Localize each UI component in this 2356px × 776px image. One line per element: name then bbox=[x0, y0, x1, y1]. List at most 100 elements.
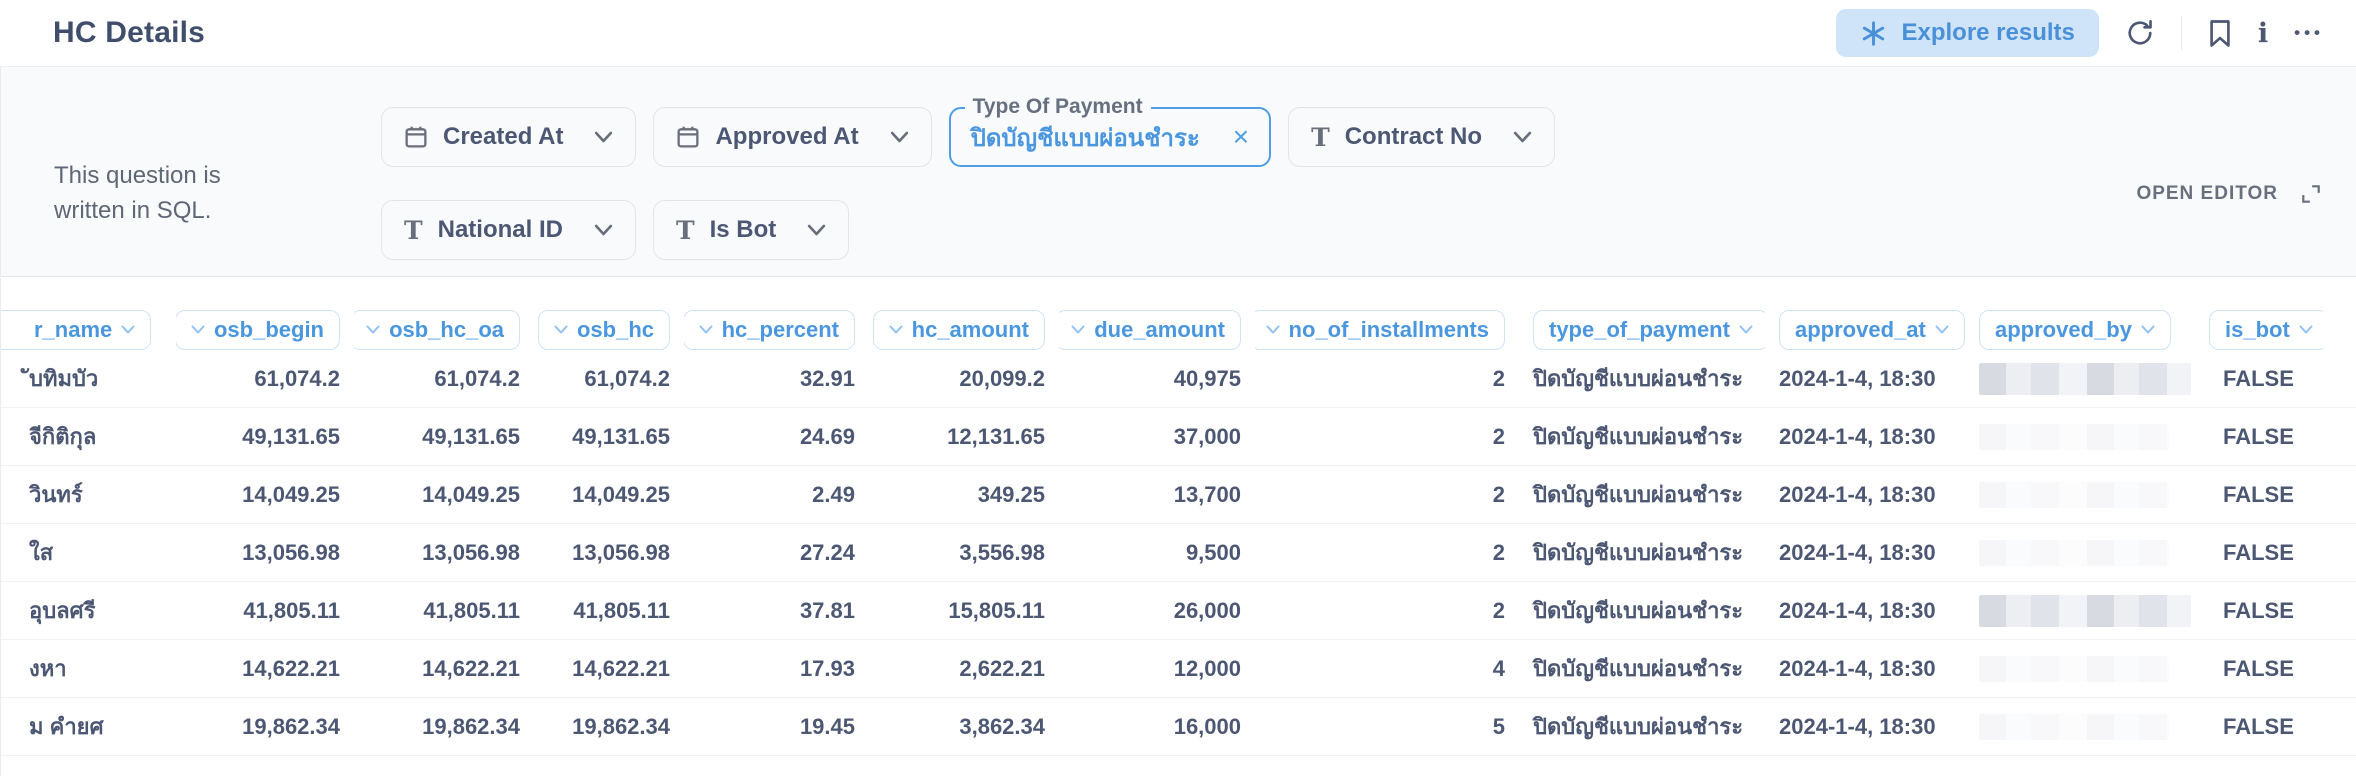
column-header-osb_hc: osb_hc bbox=[534, 309, 684, 350]
redacted-value bbox=[1979, 482, 2169, 508]
filter-chip-created-at[interactable]: Created At bbox=[381, 107, 636, 167]
cell-approved_at: 2024-1-4, 18:30 bbox=[1765, 482, 1965, 508]
column-header-approved_at: approved_at bbox=[1765, 309, 1965, 350]
cell-osb_begin: 41,805.11 bbox=[176, 598, 354, 624]
cell-name: ม คำยศ bbox=[1, 709, 176, 744]
column-chip-osb_hc[interactable]: osb_hc bbox=[538, 310, 670, 350]
redacted-value bbox=[1979, 424, 2169, 450]
sql-note: This question is written in SQL. bbox=[54, 159, 264, 229]
page-title: HC Details bbox=[53, 16, 205, 50]
column-chip-approved_by[interactable]: approved_by bbox=[1979, 310, 2171, 350]
cell-type_of_payment: ปิดบัญชีแบบผ่อนชำระ bbox=[1519, 477, 1765, 512]
cell-hc_percent: 32.91 bbox=[684, 366, 869, 392]
filter-chip-is-bot[interactable]: TIs Bot bbox=[653, 200, 849, 260]
filter-chip-national-id[interactable]: TNational ID bbox=[381, 200, 636, 260]
cell-due_amount: 12,000 bbox=[1059, 656, 1255, 682]
column-label: r_name bbox=[34, 317, 112, 343]
column-label: osb_hc_oa bbox=[389, 317, 504, 343]
table-row: วินทร์14,049.2514,049.2514,049.252.49349… bbox=[1, 466, 2356, 524]
redacted-value bbox=[1979, 656, 2169, 682]
filter-label: Type Of Payment bbox=[965, 95, 1151, 119]
bookmark-button[interactable] bbox=[2208, 13, 2232, 53]
explore-results-button[interactable]: Explore results bbox=[1836, 9, 2098, 57]
cell-approved_by bbox=[1965, 482, 2195, 508]
filter-label: National ID bbox=[438, 216, 563, 244]
cell-osb_hc_oa: 49,131.65 bbox=[354, 424, 534, 450]
cell-approved_at: 2024-1-4, 18:30 bbox=[1765, 366, 1965, 392]
cell-is_bot: FALSE bbox=[2195, 598, 2323, 624]
column-label: type_of_payment bbox=[1549, 317, 1730, 343]
column-chip-name[interactable]: r_name bbox=[1, 310, 151, 350]
chevron-down-icon bbox=[594, 131, 613, 143]
cell-no_of_installments: 5 bbox=[1255, 714, 1519, 740]
topbar-divider bbox=[2181, 16, 2182, 50]
refresh-button[interactable] bbox=[2125, 13, 2155, 53]
table-row: จีกิติกุล49,131.6549,131.6549,131.6524.6… bbox=[1, 408, 2356, 466]
column-chip-approved_at[interactable]: approved_at bbox=[1779, 310, 1965, 350]
cell-hc_percent: 19.45 bbox=[684, 714, 869, 740]
column-chip-is_bot[interactable]: is_bot bbox=[2209, 310, 2323, 350]
filter-chip-contract-no[interactable]: T Contract No bbox=[1288, 107, 1555, 167]
chevron-down-icon bbox=[191, 325, 205, 334]
chevron-down-icon bbox=[1266, 325, 1280, 334]
cell-name: วินทร์ bbox=[1, 477, 176, 512]
cell-no_of_installments: 2 bbox=[1255, 366, 1519, 392]
column-header-hc_percent: hc_percent bbox=[684, 309, 869, 350]
cell-osb_hc: 61,074.2 bbox=[534, 366, 684, 392]
column-chip-osb_hc_oa[interactable]: osb_hc_oa bbox=[354, 310, 520, 350]
cell-osb_hc_oa: 13,056.98 bbox=[354, 540, 534, 566]
cell-due_amount: 9,500 bbox=[1059, 540, 1255, 566]
cell-approved_at: 2024-1-4, 18:30 bbox=[1765, 424, 1965, 450]
calendar-icon bbox=[404, 125, 428, 149]
table-row: ใส13,056.9813,056.9813,056.9827.243,556.… bbox=[1, 524, 2356, 582]
text-type-icon: T bbox=[1311, 123, 1330, 152]
column-chip-osb_begin[interactable]: osb_begin bbox=[176, 310, 340, 350]
column-chip-hc_amount[interactable]: hc_amount bbox=[873, 310, 1045, 350]
column-chip-no_of_installments[interactable]: no_of_installments bbox=[1255, 310, 1505, 350]
cell-osb_begin: 13,056.98 bbox=[176, 540, 354, 566]
cell-due_amount: 26,000 bbox=[1059, 598, 1255, 624]
column-label: hc_percent bbox=[722, 317, 839, 343]
more-options-button[interactable]: ••• bbox=[2294, 13, 2324, 53]
ellipsis-icon: ••• bbox=[2294, 23, 2324, 43]
column-chip-due_amount[interactable]: due_amount bbox=[1059, 310, 1241, 350]
column-header-osb_begin: osb_begin bbox=[176, 309, 354, 350]
column-header-type_of_payment: type_of_payment bbox=[1519, 309, 1765, 350]
cell-type_of_payment: ปิดบัญชีแบบผ่อนชำระ bbox=[1519, 535, 1765, 570]
cell-osb_begin: 14,049.25 bbox=[176, 482, 354, 508]
cell-is_bot: FALSE bbox=[2195, 656, 2323, 682]
redacted-value bbox=[1979, 363, 2191, 395]
column-label: approved_by bbox=[1995, 317, 2132, 343]
cell-type_of_payment: ปิดบัญชีแบบผ่อนชำระ bbox=[1519, 593, 1765, 628]
clear-filter-icon[interactable]: × bbox=[1233, 123, 1249, 151]
cell-osb_begin: 19,862.34 bbox=[176, 714, 354, 740]
cell-osb_hc_oa: 61,074.2 bbox=[354, 366, 534, 392]
column-chip-hc_percent[interactable]: hc_percent bbox=[684, 310, 855, 350]
chevron-down-icon bbox=[807, 224, 826, 236]
filter-chip-type-of-payment[interactable]: Type Of Paymentปิดบัญชีแบบผ่อนชำระ× bbox=[949, 107, 1272, 167]
chevron-down-icon bbox=[2141, 325, 2155, 334]
filter-chip-approved-at[interactable]: Approved At bbox=[653, 107, 931, 167]
refresh-icon bbox=[2125, 18, 2155, 48]
filter-label: Contract No bbox=[1345, 123, 1482, 151]
cell-osb_hc: 41,805.11 bbox=[534, 598, 684, 624]
cell-due_amount: 37,000 bbox=[1059, 424, 1255, 450]
calendar-icon bbox=[676, 125, 700, 149]
chevron-down-icon bbox=[1071, 325, 1085, 334]
sparkle-icon bbox=[1860, 20, 1887, 47]
cell-osb_hc: 19,862.34 bbox=[534, 714, 684, 740]
redacted-value bbox=[1979, 714, 2169, 740]
expand-icon bbox=[2300, 183, 2322, 205]
column-label: hc_amount bbox=[912, 317, 1029, 343]
cell-name: งหา bbox=[1, 651, 176, 686]
chevron-down-icon bbox=[554, 325, 568, 334]
cell-osb_hc_oa: 14,049.25 bbox=[354, 482, 534, 508]
column-chip-type_of_payment[interactable]: type_of_payment bbox=[1533, 310, 1765, 350]
cell-hc_amount: 12,131.65 bbox=[869, 424, 1059, 450]
cell-osb_hc_oa: 14,622.21 bbox=[354, 656, 534, 682]
info-button[interactable]: i bbox=[2258, 13, 2268, 53]
cell-osb_begin: 49,131.65 bbox=[176, 424, 354, 450]
cell-hc_percent: 27.24 bbox=[684, 540, 869, 566]
column-header-no_of_installments: no_of_installments bbox=[1255, 309, 1519, 350]
open-editor-button[interactable]: OPEN EDITOR bbox=[2136, 183, 2322, 205]
